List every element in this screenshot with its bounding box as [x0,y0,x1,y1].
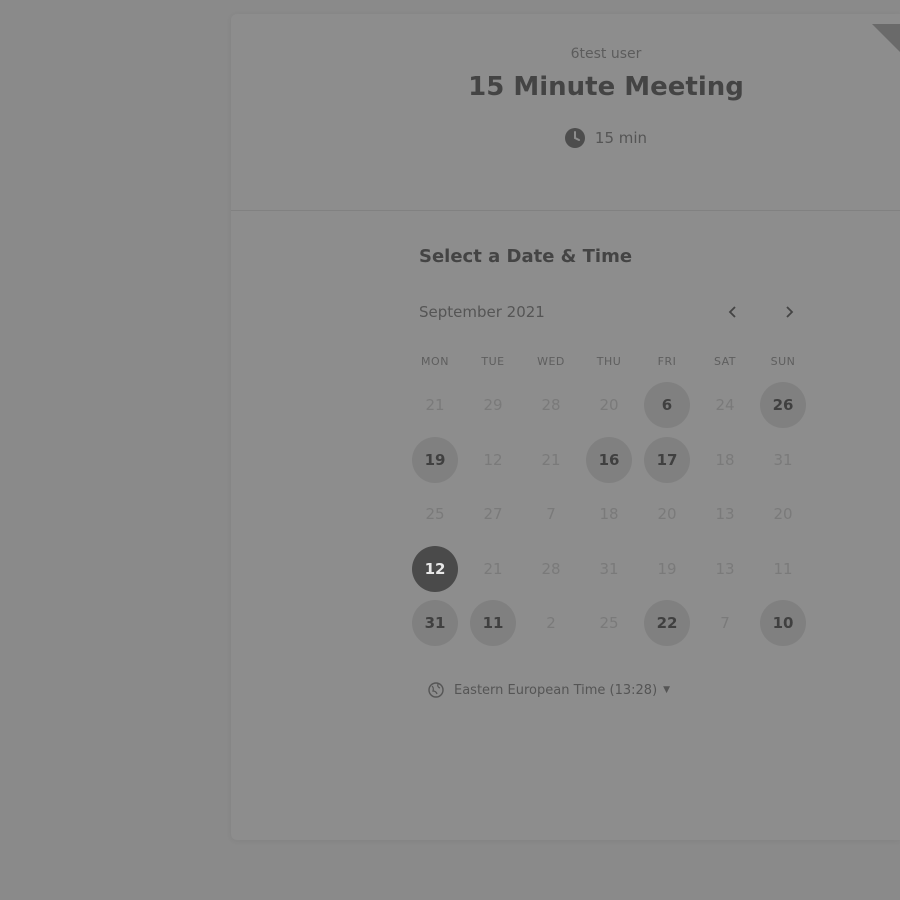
caret-down-icon: ▼ [663,685,671,695]
day-number: 17 [644,436,690,483]
clock-icon [564,128,585,148]
day-number: 6 [644,382,690,429]
day-number: 13 [715,505,735,524]
calendar-day-available[interactable]: 11 [464,596,522,651]
calendar-day-available[interactable]: 16 [580,433,638,488]
calendar-day: 20 [638,487,696,542]
day-number: 25 [599,614,619,633]
calendar-day: 24 [696,378,754,433]
calendar-day-available[interactable]: 31 [406,596,464,651]
calendar-day: 21 [522,433,580,488]
weekday-label: SUN [770,355,796,368]
host-name: 6test user [570,46,642,62]
weekday-label: SAT [713,355,737,368]
calendar-day: 7 [696,596,754,651]
day-number: 11 [773,559,793,578]
day-number: 16 [586,436,632,483]
calendar-day: 12 [464,433,522,488]
calendar-day-available[interactable]: 17 [638,433,696,488]
calendar-day: 28 [522,378,580,433]
next-month-button[interactable] [775,298,803,326]
calendar-day-available[interactable]: 10 [754,596,812,651]
day-number: 18 [715,450,735,469]
calendar-day: 13 [696,542,754,597]
calendar-day: 20 [580,378,638,433]
timezone-label: Eastern European Time (13:28) [454,682,658,698]
day-number: 12 [412,545,458,592]
day-number: 7 [720,614,730,633]
calendar-day: 31 [580,542,638,597]
calendar-day-available[interactable]: 26 [754,378,812,433]
weekday-header: MON TUE WED THU FRI SAT SUN [406,355,812,368]
calendar-day: 21 [464,542,522,597]
calendar-day: 20 [754,487,812,542]
calendar-day: 11 [754,542,812,597]
day-number: 27 [483,505,503,524]
calendar-day: 18 [696,433,754,488]
day-number: 21 [425,396,445,415]
day-number: 31 [599,559,619,578]
calendar-grid: 21 29 28 20 6 24 26 19 12 21 16 17 18 31 25 27 7 18 20 13 20… [406,378,812,651]
calendar-day-selected[interactable]: 12 [406,542,464,597]
day-number: 21 [483,559,503,578]
weekday-label: TUE [481,355,505,368]
booking-card: 6test user 15 Minute Meeting 15 min Sele… [231,14,900,840]
weekday-label: FRI [657,355,677,368]
day-number: 21 [541,450,561,469]
calendar-day: 31 [754,433,812,488]
calendar-day: 29 [464,378,522,433]
day-number: 25 [425,505,445,524]
day-number: 22 [644,600,690,647]
event-header: 6test user 15 Minute Meeting 15 min [231,14,900,211]
calendar-day-available[interactable]: 22 [638,596,696,651]
chevron-right-icon [786,306,794,318]
weekday-label: THU [596,355,622,368]
day-number: 20 [657,505,677,524]
day-number: 11 [470,600,516,647]
day-number: 12 [483,450,503,469]
day-number: 2 [546,614,556,633]
calendar-day-available[interactable]: 6 [638,378,696,433]
day-number: 13 [715,559,735,578]
calendar-day: 27 [464,487,522,542]
day-number: 26 [760,382,806,429]
event-title: 15 Minute Meeting [468,72,744,102]
day-number: 20 [773,505,793,524]
weekday-label: MON [421,355,449,368]
day-number: 20 [599,396,619,415]
calendar-day: 2 [522,596,580,651]
calendar-day: 21 [406,378,464,433]
calendar-day: 7 [522,487,580,542]
calendar-day: 25 [406,487,464,542]
calendar-day: 13 [696,487,754,542]
day-number: 10 [760,600,806,647]
booking-page: 6test user 15 Minute Meeting 15 min Sele… [0,0,900,900]
day-number: 28 [541,559,561,578]
chevron-left-icon [728,306,736,318]
weekday-label: WED [537,355,565,368]
day-number: 24 [715,396,735,415]
day-number: 29 [483,396,503,415]
calendar-day-available[interactable]: 19 [406,433,464,488]
day-number: 31 [412,600,458,647]
duration-label: 15 min [594,129,648,147]
prev-month-button[interactable] [719,298,747,326]
calendar-day: 19 [638,542,696,597]
globe-icon [428,682,444,698]
day-number: 19 [412,436,458,483]
calendar-day: 25 [580,596,638,651]
event-duration: 15 min [231,128,900,148]
day-number: 19 [657,559,677,578]
section-title: Select a Date & Time [419,246,633,267]
calendar-day: 28 [522,542,580,597]
day-number: 18 [599,505,619,524]
month-label: September 2021 [419,303,545,321]
day-number: 31 [773,450,793,469]
day-number: 7 [546,505,556,524]
timezone-selector[interactable]: Eastern European Time (13:28) ▼ [428,682,670,698]
calendar-day: 18 [580,487,638,542]
day-number: 28 [541,396,561,415]
